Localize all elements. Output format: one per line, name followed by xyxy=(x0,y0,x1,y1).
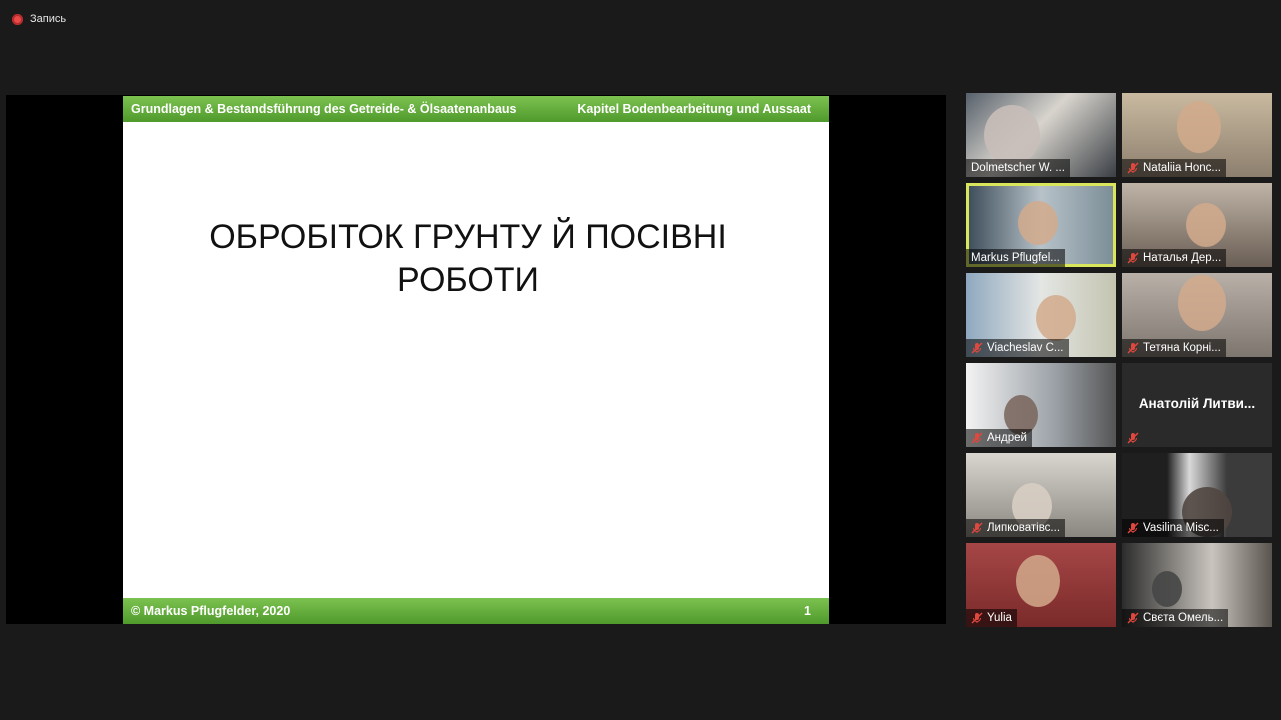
participant-name: Тетяна Корні... xyxy=(1122,339,1226,357)
participant-tile[interactable]: Yulia xyxy=(966,543,1116,627)
slide-title: ОБРОБІТОК ГРУНТУ Й ПОСІВНІ РОБОТИ xyxy=(163,216,773,302)
screen-share-area[interactable]: Grundlagen & Bestandsführung des Getreid… xyxy=(6,95,946,624)
participant-name: Dolmetscher W. ... xyxy=(966,159,1070,177)
slide-header-left: Grundlagen & Bestandsführung des Getreid… xyxy=(131,102,517,116)
participant-tile[interactable]: Свєта Омель... xyxy=(1122,543,1272,627)
participant-name: Yulia xyxy=(966,609,1017,627)
mic-muted-icon xyxy=(1127,522,1139,534)
mic-muted-icon xyxy=(1127,252,1139,264)
participant-gallery: Dolmetscher W. ... Nataliia Honc... Mark… xyxy=(966,93,1272,627)
slide-header: Grundlagen & Bestandsführung des Getreid… xyxy=(123,96,829,122)
mic-muted-icon xyxy=(1127,162,1139,174)
participant-tile[interactable]: Vasilina Misc... xyxy=(1122,453,1272,537)
participant-tile[interactable]: Липковатівс... xyxy=(966,453,1116,537)
mic-muted-icon xyxy=(971,612,983,624)
participant-tile[interactable]: Андрей xyxy=(966,363,1116,447)
slide-page-number: 1 xyxy=(804,604,811,618)
slide-title-line1: ОБРОБІТОК ГРУНТУ Й ПОСІВНІ xyxy=(209,218,727,256)
slide-header-right: Kapitel Bodenbearbeitung und Aussaat xyxy=(577,102,811,116)
presentation-slide: Grundlagen & Bestandsführung des Getreid… xyxy=(123,96,829,624)
participant-name: Nataliia Honc... xyxy=(1122,159,1226,177)
participant-tile[interactable]: Viacheslav C... xyxy=(966,273,1116,357)
mic-muted-icon xyxy=(1127,432,1139,444)
mic-muted-icon xyxy=(971,342,983,354)
mic-muted-icon xyxy=(1127,612,1139,624)
mic-muted-icon xyxy=(971,432,983,444)
participant-name: Vasilina Misc... xyxy=(1122,519,1224,537)
participant-name: Viacheslav C... xyxy=(966,339,1069,357)
slide-footer-copyright: © Markus Pflugfelder, 2020 xyxy=(131,604,291,618)
participant-tile[interactable]: Dolmetscher W. ... xyxy=(966,93,1116,177)
mic-muted-icon xyxy=(1127,342,1139,354)
participant-name: Наталья Дер... xyxy=(1122,249,1227,267)
participant-display-name: Анатолій Литви... xyxy=(1138,396,1256,411)
participant-name: Markus Pflugfel... xyxy=(966,249,1065,267)
participant-name xyxy=(1122,429,1144,447)
participant-name: Липковатівс... xyxy=(966,519,1066,537)
mic-muted-icon xyxy=(971,522,983,534)
participant-name: Свєта Омель... xyxy=(1122,609,1229,627)
participant-tile[interactable]: Nataliia Honc... xyxy=(1122,93,1272,177)
participant-tile[interactable]: Тетяна Корні... xyxy=(1122,273,1272,357)
slide-footer: © Markus Pflugfelder, 2020 1 xyxy=(123,598,829,624)
participant-name: Андрей xyxy=(966,429,1032,447)
recording-indicator[interactable]: Запись xyxy=(12,11,66,27)
participant-tile-video-off[interactable]: Анатолій Литви... xyxy=(1122,363,1272,447)
record-icon xyxy=(12,13,23,25)
participant-tile[interactable]: Наталья Дер... xyxy=(1122,183,1272,267)
recording-label: Запись xyxy=(30,13,67,25)
slide-title-line2: РОБОТИ xyxy=(397,261,539,299)
participant-tile-active-speaker[interactable]: Markus Pflugfel... xyxy=(966,183,1116,267)
